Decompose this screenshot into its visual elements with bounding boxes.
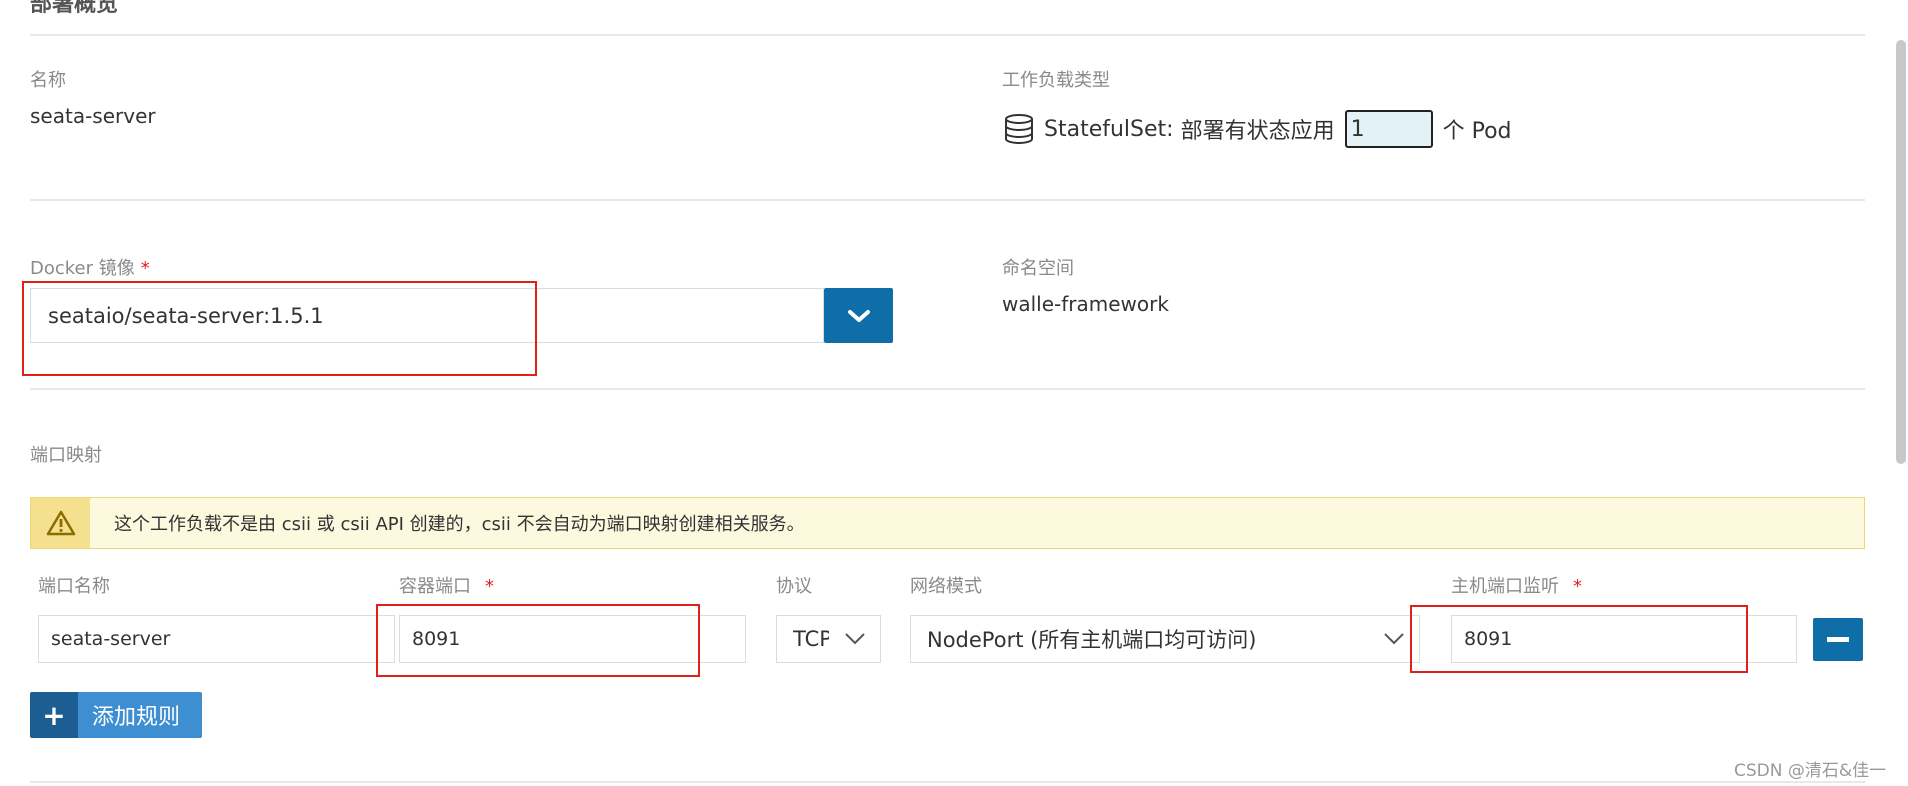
- required-mark: *: [140, 258, 150, 279]
- add-rule-button[interactable]: + 添加规则: [30, 692, 202, 738]
- workload-colon: :: [1166, 116, 1181, 142]
- database-icon: [1005, 114, 1033, 145]
- required-mark: *: [1573, 576, 1582, 597]
- port-mapping-label: 端口映射: [30, 445, 102, 466]
- col-network-mode: 网络模式: [910, 576, 982, 597]
- divider: [30, 781, 1865, 783]
- protocol-select[interactable]: TCP: [776, 615, 881, 663]
- divider: [30, 34, 1865, 36]
- warning-icon: [46, 510, 75, 536]
- col-container-port-text: 容器端口: [399, 576, 471, 597]
- highlight-box: [376, 604, 700, 677]
- scrollbar[interactable]: [1896, 40, 1906, 464]
- highlight-box: [22, 281, 537, 376]
- port-name-value: seata-server: [51, 628, 171, 650]
- network-mode-select[interactable]: NodePort (所有主机端口均可访问): [910, 615, 1420, 663]
- highlight-box: [1410, 605, 1748, 673]
- workload-type: StatefulSet: 部署有状态应用 个 Pod: [1002, 110, 1512, 148]
- namespace-value: walle-framework: [1002, 292, 1169, 316]
- port-name-input[interactable]: seata-server: [38, 615, 395, 663]
- minus-icon: [1827, 637, 1849, 642]
- plus-icon: +: [30, 692, 78, 738]
- warning-banner: 这个工作负载不是由 csii 或 csii API 创建的，csii 不会自动为…: [30, 497, 1865, 549]
- remove-rule-button[interactable]: [1813, 618, 1863, 661]
- pod-scale-input[interactable]: [1344, 110, 1433, 148]
- pod-suffix: 个 Pod: [1442, 119, 1512, 144]
- docker-image-label-text: Docker 镜像: [30, 258, 135, 279]
- warning-message: 这个工作负载不是由 csii 或 csii API 创建的，csii 不会自动为…: [114, 514, 805, 535]
- col-protocol: 协议: [776, 576, 812, 597]
- required-mark: *: [485, 576, 494, 597]
- docker-image-dropdown-button[interactable]: [824, 288, 893, 343]
- add-rule-label: 添加规则: [78, 692, 202, 738]
- name-value: seata-server: [30, 104, 156, 128]
- divider: [30, 199, 1865, 201]
- col-port-name: 端口名称: [38, 576, 110, 597]
- protocol-value: TCP: [793, 627, 829, 651]
- section-title: 部署概览: [30, 0, 119, 17]
- name-label: 名称: [30, 70, 66, 91]
- chevron-down-icon: [845, 633, 865, 645]
- workload-kind: StatefulSet: [1044, 116, 1167, 142]
- network-mode-value: NodePort (所有主机端口均可访问): [927, 628, 1257, 652]
- docker-image-label: Docker 镜像 *: [30, 254, 150, 280]
- chevron-down-icon: [847, 309, 870, 322]
- col-host-port-text: 主机端口监听: [1451, 576, 1559, 597]
- chevron-down-icon: [1384, 633, 1404, 645]
- divider: [30, 388, 1865, 390]
- workload-description: 部署有状态应用: [1180, 119, 1335, 144]
- warning-icon-container: [31, 498, 90, 548]
- watermark: CSDN @清石&佳一: [1734, 761, 1887, 781]
- namespace-label: 命名空间: [1002, 258, 1074, 279]
- col-container-port: 容器端口 *: [399, 572, 494, 598]
- col-host-port: 主机端口监听 *: [1451, 572, 1582, 598]
- workload-type-label: 工作负载类型: [1002, 70, 1110, 91]
